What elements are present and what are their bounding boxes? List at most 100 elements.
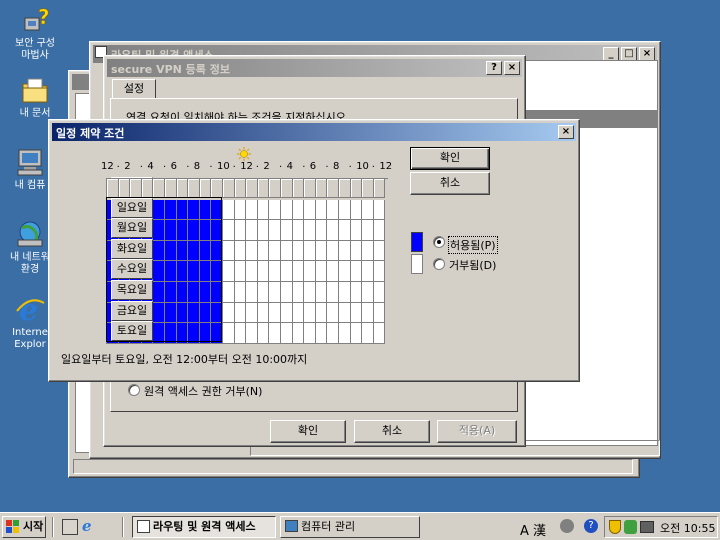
permitted-hour-cell[interactable] [165, 240, 177, 262]
denied-hour-cell[interactable] [315, 323, 328, 344]
hour-column-button[interactable] [176, 179, 189, 198]
permitted-hour-cell[interactable] [176, 220, 189, 241]
denied-hour-cell[interactable] [257, 323, 270, 344]
denied-hour-cell[interactable] [362, 302, 374, 324]
denied-hour-cell[interactable] [281, 282, 293, 303]
denied-hour-cell[interactable] [362, 199, 374, 221]
denied-hour-cell[interactable] [315, 282, 328, 303]
hour-column-button[interactable] [327, 179, 339, 198]
ime-indicator[interactable]: A 漢 [520, 520, 546, 539]
denied-hour-cell[interactable] [292, 199, 305, 221]
denied-hour-cell[interactable] [269, 302, 281, 324]
hour-column-button[interactable] [165, 179, 177, 198]
hour-column-button[interactable] [281, 179, 293, 198]
day-row-button[interactable]: 일요일 [111, 197, 153, 218]
permitted-hour-cell[interactable] [211, 261, 223, 282]
hour-column-button[interactable] [362, 179, 374, 198]
denied-hour-cell[interactable] [304, 261, 316, 282]
hour-column-button[interactable] [246, 179, 258, 198]
denied-hour-cell[interactable] [315, 240, 328, 262]
denied-hour-cell[interactable] [223, 261, 235, 282]
denied-hour-cell[interactable] [362, 240, 374, 262]
denied-hour-cell[interactable] [281, 220, 293, 241]
hour-column-button[interactable] [292, 179, 305, 198]
hour-column-button[interactable] [339, 179, 351, 198]
denied-hour-cell[interactable] [257, 261, 270, 282]
denied-hour-cell[interactable] [257, 220, 270, 241]
permitted-hour-cell[interactable] [153, 261, 165, 282]
denied-hour-cell[interactable] [246, 240, 258, 262]
denied-hour-cell[interactable] [327, 220, 339, 241]
denied-hour-cell[interactable] [350, 323, 363, 344]
day-row-button[interactable]: 화요일 [111, 238, 153, 259]
permitted-hour-cell[interactable] [188, 282, 200, 303]
denied-hour-cell[interactable] [350, 261, 363, 282]
close-button[interactable]: × [558, 125, 574, 139]
denied-hour-cell[interactable] [234, 323, 247, 344]
permit-label[interactable]: 허용됨(P) [448, 236, 498, 254]
monitor-tray-icon[interactable] [640, 521, 654, 533]
day-row-button[interactable]: 월요일 [111, 218, 153, 239]
denied-hour-cell[interactable] [292, 261, 305, 282]
denied-hour-cell[interactable] [257, 199, 270, 221]
denied-hour-cell[interactable] [234, 220, 247, 241]
time-constraint-title-bar[interactable]: 일정 제약 조건 × [52, 123, 576, 141]
denied-hour-cell[interactable] [234, 199, 247, 221]
denied-hour-cell[interactable] [246, 199, 258, 221]
hour-column-button[interactable] [153, 179, 165, 198]
hour-column-button[interactable] [350, 179, 363, 198]
hour-column-button[interactable] [304, 179, 316, 198]
denied-hour-cell[interactable] [373, 302, 386, 324]
denied-hour-cell[interactable] [327, 323, 339, 344]
permitted-hour-cell[interactable] [211, 282, 223, 303]
apply-button[interactable]: 적용(A) [437, 420, 517, 443]
denied-hour-cell[interactable] [257, 282, 270, 303]
denied-hour-cell[interactable] [350, 282, 363, 303]
cancel-button[interactable]: 취소 [410, 172, 490, 195]
permitted-hour-cell[interactable] [153, 302, 165, 324]
permitted-hour-cell[interactable] [199, 240, 212, 262]
permitted-hour-cell[interactable] [199, 220, 212, 241]
denied-hour-cell[interactable] [315, 199, 328, 221]
denied-hour-cell[interactable] [292, 240, 305, 262]
hour-column-button[interactable] [188, 179, 200, 198]
permitted-hour-cell[interactable] [165, 220, 177, 241]
denied-hour-cell[interactable] [339, 199, 351, 221]
denied-hour-cell[interactable] [223, 302, 235, 324]
permit-radio[interactable] [433, 236, 445, 248]
permitted-hour-cell[interactable] [165, 323, 177, 344]
permitted-hour-cell[interactable] [199, 282, 212, 303]
denied-hour-cell[interactable] [327, 302, 339, 324]
denied-hour-cell[interactable] [304, 220, 316, 241]
network-tray-icon[interactable] [624, 520, 637, 534]
permitted-hour-cell[interactable] [176, 240, 189, 262]
denied-hour-cell[interactable] [269, 323, 281, 344]
denied-hour-cell[interactable] [269, 240, 281, 262]
denied-hour-cell[interactable] [339, 323, 351, 344]
tab-settings[interactable]: 설정 [112, 79, 156, 99]
hour-column-button[interactable] [130, 179, 142, 198]
denied-hour-cell[interactable] [315, 261, 328, 282]
permitted-hour-cell[interactable] [199, 199, 212, 221]
ime-tool-icon[interactable] [560, 519, 574, 533]
hour-column-button[interactable] [257, 179, 270, 198]
denied-hour-cell[interactable] [373, 261, 386, 282]
hour-column-button[interactable] [223, 179, 235, 198]
permitted-hour-cell[interactable] [165, 282, 177, 303]
permitted-hour-cell[interactable] [211, 220, 223, 241]
permitted-hour-cell[interactable] [176, 261, 189, 282]
denied-hour-cell[interactable] [362, 282, 374, 303]
denied-hour-cell[interactable] [373, 282, 386, 303]
denied-hour-cell[interactable] [373, 220, 386, 241]
permitted-hour-cell[interactable] [165, 261, 177, 282]
permitted-hour-cell[interactable] [188, 199, 200, 221]
close-button[interactable]: × [639, 47, 655, 61]
denied-hour-cell[interactable] [281, 199, 293, 221]
denied-hour-cell[interactable] [339, 220, 351, 241]
denied-hour-cell[interactable] [223, 323, 235, 344]
denied-hour-cell[interactable] [269, 199, 281, 221]
hour-column-button[interactable] [211, 179, 223, 198]
permitted-hour-cell[interactable] [188, 261, 200, 282]
denied-hour-cell[interactable] [246, 323, 258, 344]
permitted-hour-cell[interactable] [153, 282, 165, 303]
